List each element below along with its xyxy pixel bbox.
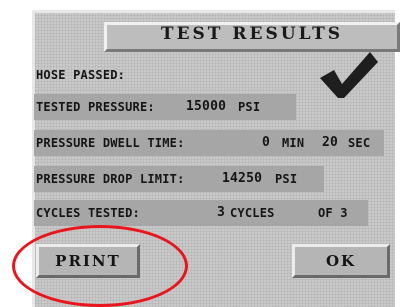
dwell-sec-unit: SEC [348, 136, 371, 150]
hose-status-label: HOSE PASSED: [36, 68, 126, 82]
drop-limit-label: PRESSURE DROP LIMIT: [36, 172, 185, 186]
dwell-min-value: 0 [262, 135, 271, 150]
cycles-label: CYCLES TESTED: [36, 206, 140, 220]
drop-limit-value: 14250 [222, 171, 263, 186]
dwell-min-unit: MIN [282, 136, 305, 150]
dialog-title: TEST RESULTS [160, 24, 344, 44]
cycles-unit: CYCLES [230, 206, 275, 220]
dwell-sec-value: 20 [322, 135, 339, 150]
print-highlight-annotation [12, 225, 188, 307]
drop-limit-unit: PSI [275, 172, 298, 186]
ok-button[interactable]: OK [292, 244, 390, 278]
cycles-of-total: OF 3 [318, 206, 348, 220]
checkmark-icon [320, 52, 378, 98]
dwell-time-label: PRESSURE DWELL TIME: [36, 136, 185, 150]
tested-pressure-unit: PSI [238, 100, 261, 114]
cycles-value: 3 [217, 205, 226, 220]
tested-pressure-label: TESTED PRESSURE: [36, 100, 155, 114]
tested-pressure-value: 15000 [186, 99, 227, 114]
